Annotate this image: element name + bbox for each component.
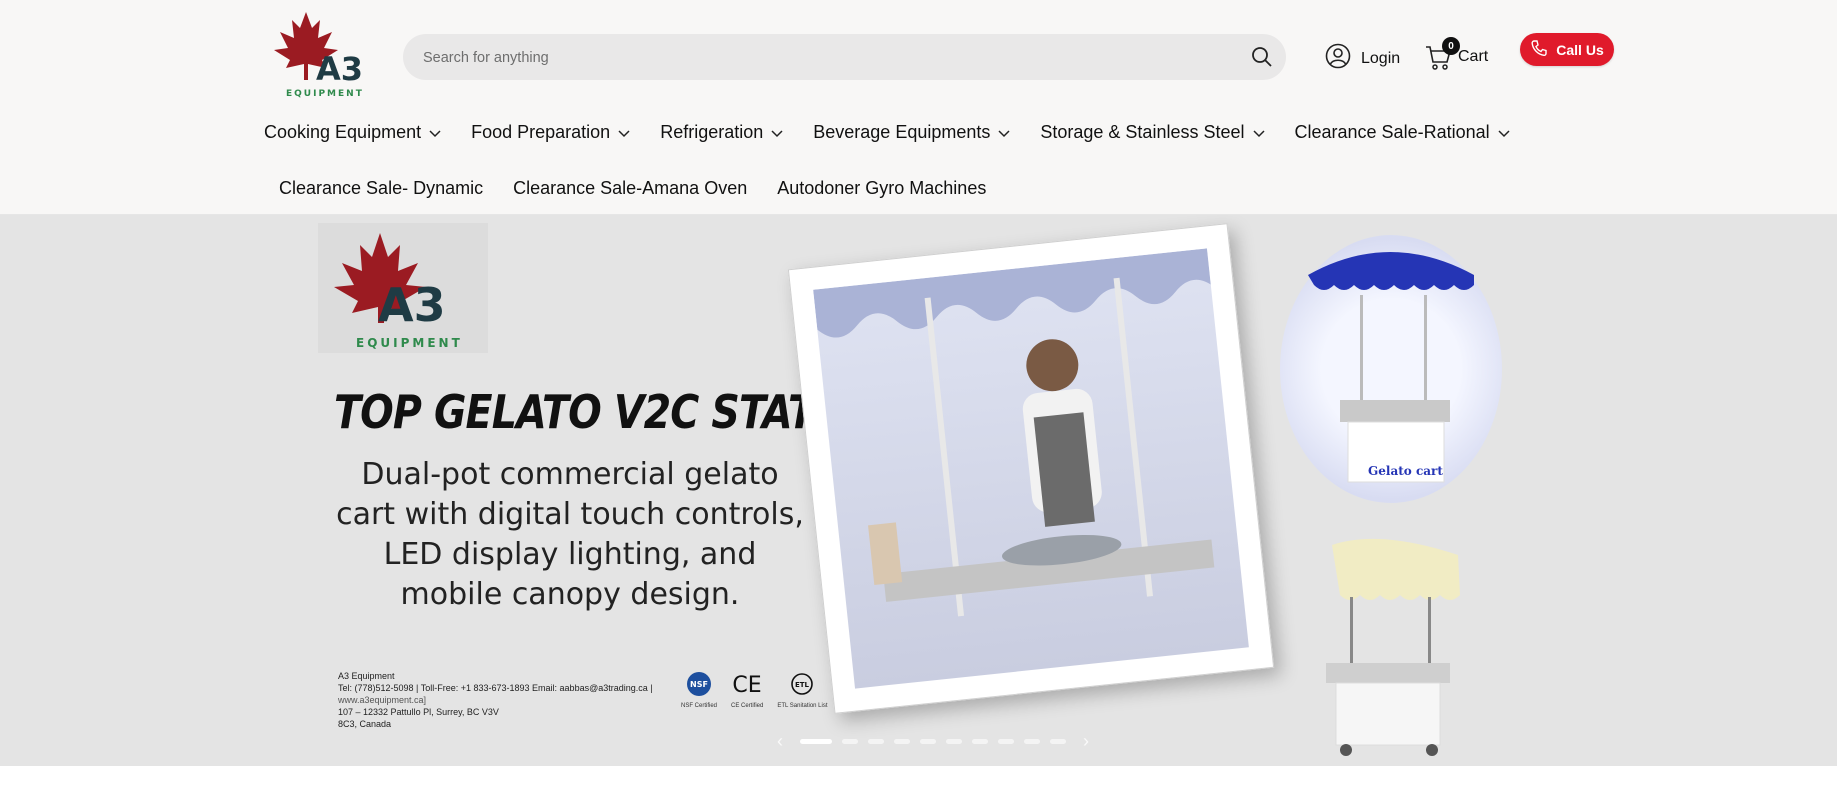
primary-nav: Cooking Equipment Food Preparation Refri… (264, 122, 1540, 143)
login-label: Login (1361, 49, 1401, 67)
logo[interactable]: A3 EQUIPMENT (266, 10, 368, 99)
nav-label: Storage & Stainless Steel (1040, 122, 1245, 142)
chevron-down-icon (1498, 122, 1510, 143)
svg-text:A3: A3 (378, 278, 446, 332)
call-us-label: Call Us (1556, 41, 1604, 58)
svg-text:CE: CE (733, 673, 762, 697)
svg-text:Gelato cart: Gelato cart (1368, 464, 1443, 478)
ce-cert: CE CE Certified (731, 671, 763, 709)
carousel-dot-9[interactable] (1024, 739, 1040, 744)
hero-banner[interactable]: A3 EQUIPMENT TOP GELATO V2C STATION Dual… (0, 215, 1837, 766)
gelato-cart-image: Gelato cart (1280, 235, 1502, 503)
nav-item-refrigeration[interactable]: Refrigeration (660, 122, 783, 143)
nsf-icon: NSF (687, 672, 711, 696)
cart-label: Cart (1458, 48, 1489, 65)
chevron-down-icon (998, 122, 1010, 143)
cert-label: NSF Certified (681, 703, 718, 709)
nav-label: Beverage Equipments (813, 122, 991, 142)
nav-item-clearance-sale-amana-oven[interactable]: Clearance Sale-Amana Oven (513, 178, 747, 199)
svg-text:ETL: ETL (795, 681, 810, 689)
etl-icon: ETL (791, 673, 814, 695)
hero-subtitle: Dual-pot commercial gelato cart with dig… (336, 457, 804, 612)
carousel-dot-5[interactable] (920, 739, 936, 744)
search-input[interactable] (421, 34, 1225, 82)
svg-text:EQUIPMENT: EQUIPMENT (356, 336, 463, 350)
nav-item-autodoner-gyro-machines[interactable]: Autodoner Gyro Machines (777, 178, 986, 199)
chevron-down-icon (618, 122, 630, 143)
cart-count-badge: 0 (1442, 37, 1460, 55)
nav-item-storage-stainless-steel[interactable]: Storage & Stainless Steel (1040, 122, 1265, 143)
nav-label: Cooking Equipment (264, 122, 422, 142)
nav-item-cooking-equipment[interactable]: Cooking Equipment (264, 122, 441, 143)
login-link[interactable]: Login (1325, 43, 1400, 74)
website-link: www.a3equipment.ca] (338, 695, 427, 705)
carousel-dot-6[interactable] (946, 739, 962, 744)
next-arrow-icon[interactable]: › (1076, 731, 1096, 752)
svg-text:A3: A3 (316, 50, 363, 88)
carousel-dot-10[interactable] (1050, 739, 1066, 744)
carousel-controls: ‹ › (770, 731, 1096, 752)
svg-text:NSF: NSF (690, 680, 708, 689)
address-line-1: 107 – 12332 Pattullo Pl, Surrey, BC V3V (338, 707, 499, 717)
cart-icon (1424, 46, 1452, 75)
product-photo (787, 223, 1275, 714)
search-icon[interactable] (1250, 45, 1274, 69)
address-line-2: 8C3, Canada (338, 719, 392, 729)
nav-item-clearance-sale-dynamic[interactable]: Clearance Sale- Dynamic (279, 178, 483, 199)
nsf-cert: NSF NSF Certified (681, 671, 717, 709)
chevron-down-icon (429, 122, 441, 143)
cert-label: ETL Sanitation List (777, 703, 828, 709)
carousel-dot-7[interactable] (972, 739, 988, 744)
canopy-cart-image (1310, 535, 1470, 760)
search-bar (403, 34, 1286, 82)
nav-label: Clearance Sale-Rational (1294, 122, 1490, 142)
prev-arrow-icon[interactable]: ‹ (770, 731, 790, 752)
cart-link[interactable]: 0 Cart (1424, 37, 1489, 71)
secondary-nav: Clearance Sale- Dynamic Clearance Sale-A… (279, 178, 1016, 199)
ce-icon: CE (733, 673, 762, 697)
chevron-down-icon (1252, 122, 1265, 143)
nav-label: Refrigeration (660, 122, 764, 142)
hero-logo: A3 EQUIPMENT (318, 223, 488, 353)
nav-item-food-preparation[interactable]: Food Preparation (471, 122, 630, 143)
contact-phones: Tel: (778)512-5098 | Toll-Free: +1 833-6… (338, 683, 653, 693)
nav-item-beverage-equipments[interactable]: Beverage Equipments (813, 122, 1010, 143)
carousel-dot-8[interactable] (998, 739, 1014, 744)
call-us-button[interactable]: Call Us (1520, 33, 1614, 66)
carousel-dot-4[interactable] (894, 739, 910, 744)
site-header: A3 EQUIPMENT Login 0 Cart Call Us Co (0, 0, 1837, 215)
etl-cert: ETL ETL Sanitation List (777, 671, 828, 709)
certifications: NSF NSF Certified CE CE Certified ETL ET… (681, 671, 828, 709)
carousel-dot-2[interactable] (842, 739, 858, 744)
user-icon (1325, 43, 1351, 74)
phone-icon (1530, 39, 1548, 60)
nav-item-clearance-sale-rational[interactable]: Clearance Sale-Rational (1295, 122, 1510, 143)
carousel-dot-1[interactable] (800, 739, 832, 744)
cert-label: CE Certified (731, 703, 764, 709)
contact-info: A3 Equipment Tel: (778)512-5098 | Toll-F… (338, 670, 653, 730)
carousel-dot-3[interactable] (868, 739, 884, 744)
chevron-down-icon (771, 122, 783, 143)
company-name: A3 Equipment (338, 671, 395, 681)
nav-label: Food Preparation (471, 122, 611, 142)
svg-text:EQUIPMENT: EQUIPMENT (286, 89, 364, 98)
